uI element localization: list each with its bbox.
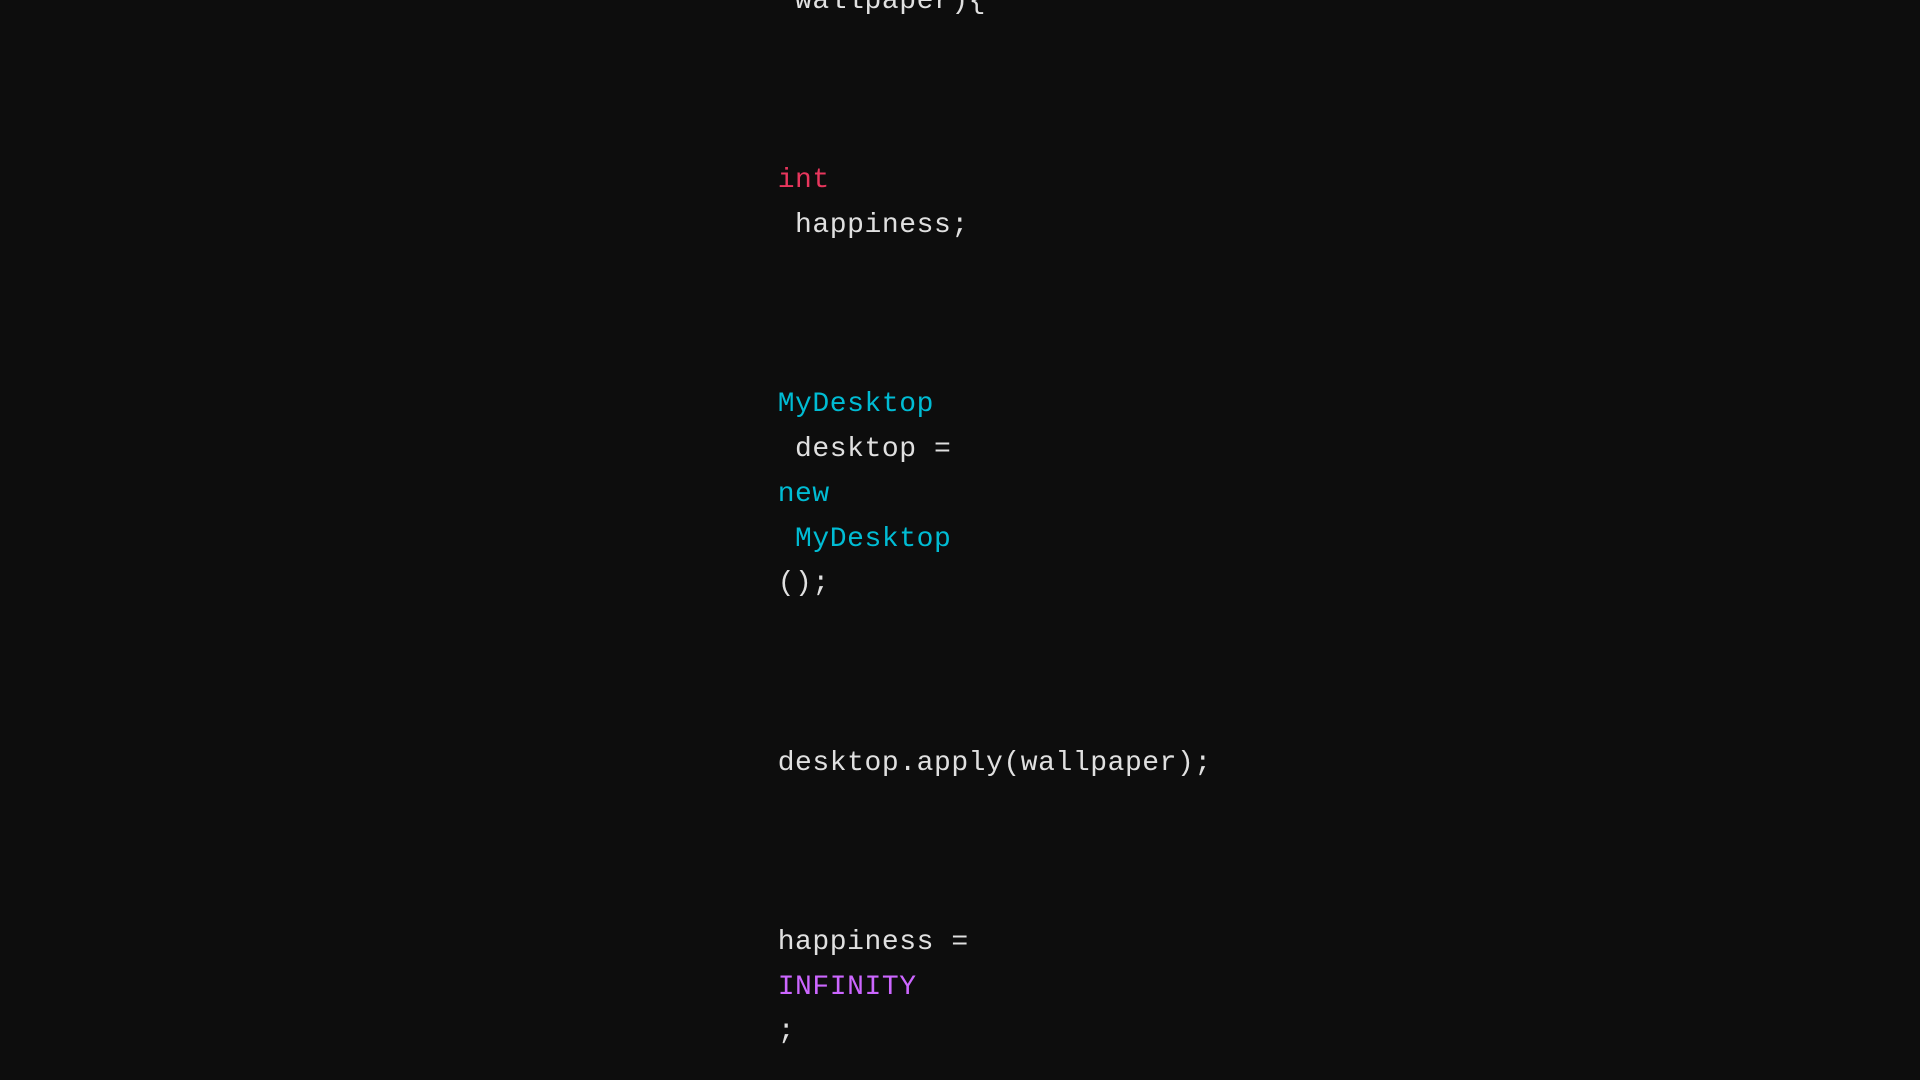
code-display: private static int updateDesktop( Image … xyxy=(708,0,1212,1080)
indent-4 xyxy=(778,703,847,734)
indent-2 xyxy=(778,120,847,151)
code-line-4: desktop.apply(wallpaper); xyxy=(708,652,1212,831)
code-line-2: int happiness; xyxy=(708,70,1212,294)
code-line-5: happiness = INFINITY ; xyxy=(708,831,1212,1080)
line3-rest2: (); xyxy=(778,568,830,599)
keyword-mydesktop-2: MyDesktop xyxy=(778,524,952,555)
line5-text1: happiness = xyxy=(778,927,986,958)
code-line-1: private static int updateDesktop( Image … xyxy=(708,0,1212,70)
line2-rest: happiness; xyxy=(778,210,969,241)
keyword-int-2: int xyxy=(778,165,830,196)
line4-text: desktop.apply(wallpaper); xyxy=(778,748,1212,779)
param: wallpaper){ xyxy=(778,0,986,17)
line3-rest1: desktop = xyxy=(778,434,969,465)
line5-text2: ; xyxy=(778,1016,795,1047)
keyword-mydesktop-1: MyDesktop xyxy=(778,389,934,420)
keyword-infinity: INFINITY xyxy=(778,972,917,1003)
indent-5 xyxy=(778,882,847,913)
code-line-3: MyDesktop desktop = new MyDesktop (); xyxy=(708,294,1212,652)
keyword-new: new xyxy=(778,479,830,510)
indent-3 xyxy=(778,344,847,375)
